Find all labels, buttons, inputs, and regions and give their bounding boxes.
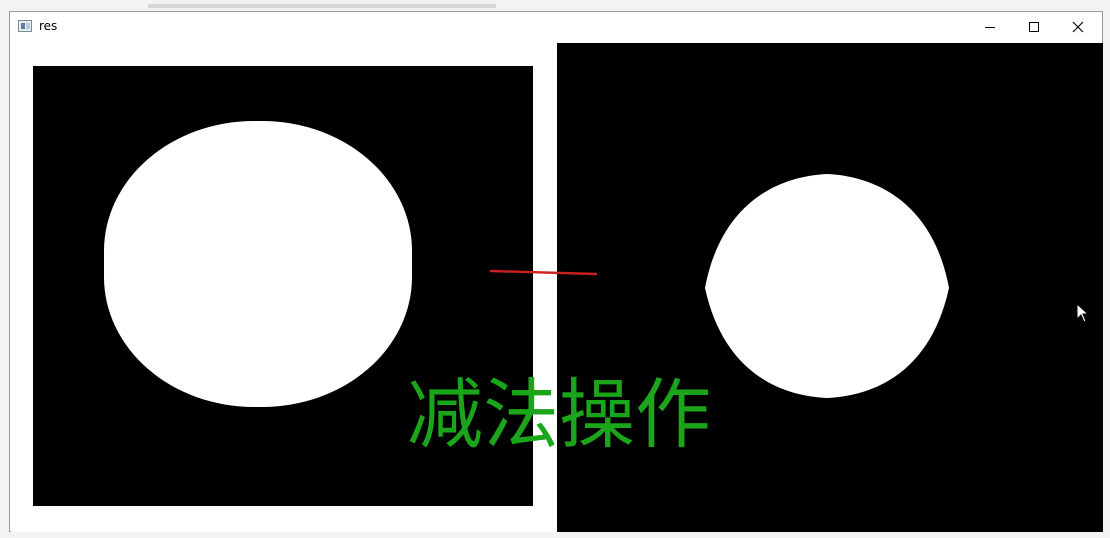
background-scrollbar <box>148 4 496 8</box>
overlay-caption: 减法操作 <box>407 370 711 459</box>
app-icon <box>18 20 32 32</box>
close-icon <box>1072 21 1084 33</box>
minimize-icon <box>985 27 995 28</box>
minimize-button[interactable] <box>967 12 1013 42</box>
left-white-shape <box>104 121 412 407</box>
title-bar[interactable]: res <box>10 12 1102 42</box>
window-title: res <box>39 19 58 33</box>
desktop: res 减法操作 <box>0 0 1110 538</box>
image-canvas: 减法操作 <box>11 43 1103 532</box>
maximize-icon <box>1029 22 1039 32</box>
image-window[interactable]: res 减法操作 <box>9 11 1103 532</box>
mouse-pointer-icon <box>1076 303 1090 323</box>
maximize-button[interactable] <box>1011 12 1057 42</box>
close-button[interactable] <box>1055 12 1101 42</box>
